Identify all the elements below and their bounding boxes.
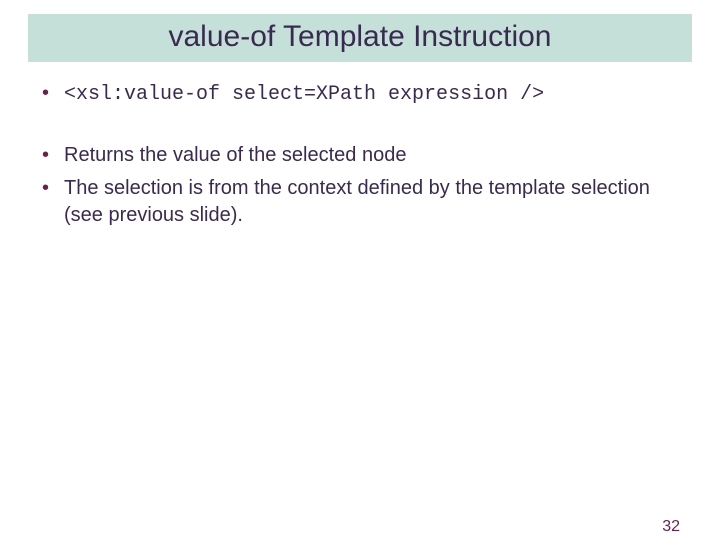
- slide-title-bar: value-of Template Instruction: [28, 14, 692, 62]
- bullet-text: The selection is from the context define…: [64, 177, 650, 226]
- bullet-item: The selection is from the context define…: [40, 175, 680, 229]
- page-number: 32: [662, 518, 680, 536]
- bullet-list: <xsl:value-of select=XPath expression />: [40, 80, 680, 108]
- bullet-text: Returns the value of the selected node: [64, 144, 406, 166]
- code-line: <xsl:value-of select=XPath expression />: [64, 83, 544, 106]
- bullet-item: Returns the value of the selected node: [40, 142, 680, 169]
- slide-title: value-of Template Instruction: [169, 20, 552, 53]
- bullet-list: Returns the value of the selected node T…: [40, 142, 680, 229]
- slide-content: <xsl:value-of select=XPath expression />…: [40, 80, 680, 229]
- bullet-spacer: [40, 114, 680, 142]
- bullet-item: <xsl:value-of select=XPath expression />: [40, 80, 680, 108]
